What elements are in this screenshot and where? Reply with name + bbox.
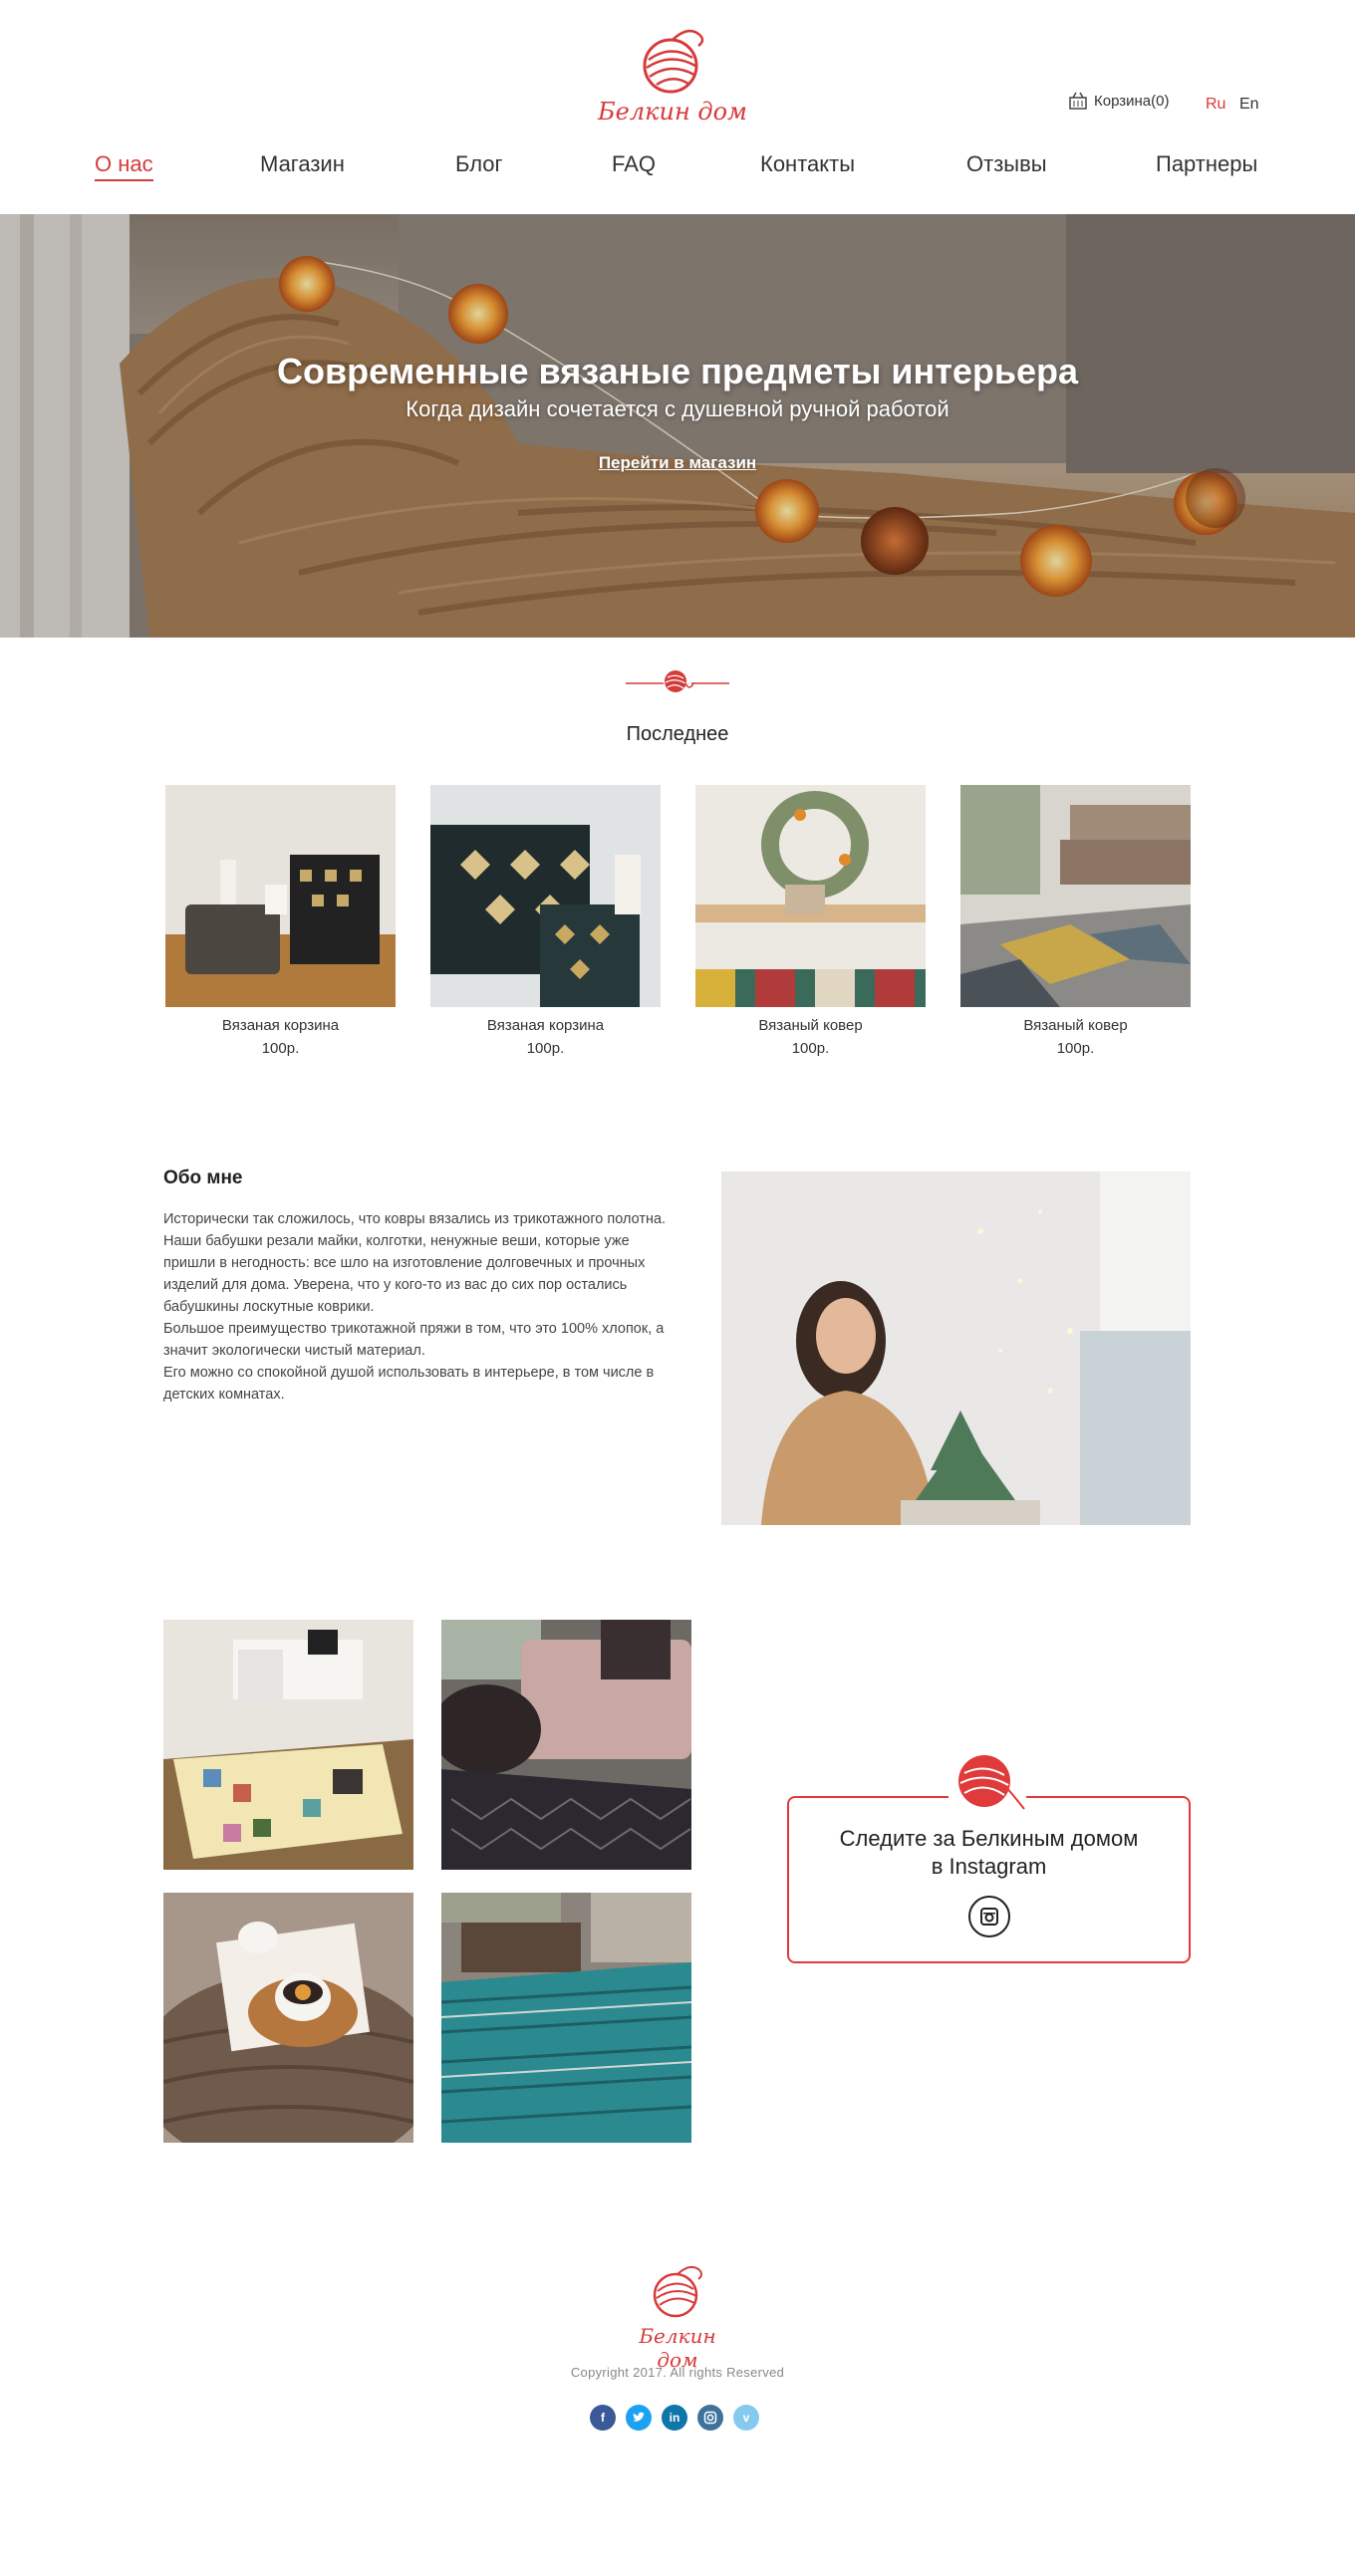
- nav-blog[interactable]: Блог: [455, 151, 503, 177]
- nav-faq[interactable]: FAQ: [612, 151, 656, 177]
- yarn-ball-logo-icon: [653, 2265, 702, 2318]
- instagram-line-2: в Instagram: [931, 1854, 1047, 1879]
- go-to-shop-link[interactable]: Перейти в магазин: [578, 453, 777, 473]
- product-price: 100р.: [791, 1040, 830, 1057]
- nav-partners[interactable]: Партнеры: [1156, 151, 1257, 177]
- hero-title: Современные вязаные предметы интерьера: [276, 351, 1079, 391]
- linkedin-icon[interactable]: in: [662, 2405, 687, 2431]
- product-price: 100р.: [1056, 1040, 1095, 1057]
- instagram-button[interactable]: [968, 1896, 1010, 1937]
- about-paragraph: Исторически так сложилось, что ковры вяз…: [163, 1211, 667, 1315]
- product-image: [695, 785, 926, 1007]
- vimeo-icon[interactable]: v: [733, 2405, 759, 2431]
- yarn-ball-logo-icon: [643, 29, 704, 94]
- hero-banner: Современные вязаные предметы интерьера К…: [0, 214, 1355, 638]
- product-card[interactable]: Вязаный ковер 100р.: [695, 785, 926, 1057]
- product-card[interactable]: Вязаная корзина 100р.: [165, 785, 396, 1057]
- gallery-image: [163, 1620, 413, 1870]
- product-image: [960, 785, 1191, 1007]
- basket-icon: [1069, 92, 1087, 110]
- logo-text: Белкин дом: [598, 98, 747, 126]
- about-paragraph: Большое преимущество трикотажной пряжи в…: [163, 1321, 665, 1359]
- nav-shop[interactable]: Магазин: [260, 151, 345, 177]
- product-price: 100р.: [261, 1040, 300, 1057]
- cart-label: Корзина(0): [1094, 92, 1170, 110]
- latest-title: Последнее: [626, 723, 729, 745]
- nav-reviews[interactable]: Отзывы: [966, 151, 1047, 177]
- site-header: Белкин дом Корзина(0) Ru En О нас Магази…: [0, 0, 1355, 214]
- product-name: Вязаный ковер: [1023, 1017, 1128, 1034]
- instagram-icon: [980, 1908, 998, 1926]
- lang-ru-link[interactable]: Ru: [1206, 96, 1225, 114]
- hero-background-image: [0, 214, 1355, 638]
- yarn-ball-icon: [948, 1751, 1026, 1811]
- about-title: Обо мне: [163, 1167, 243, 1188]
- about-paragraph: Его можно со спокойной душой использоват…: [163, 1365, 655, 1403]
- facebook-icon[interactable]: f: [590, 2405, 616, 2431]
- product-name: Вязаный ковер: [758, 1017, 863, 1034]
- instagram-line-1: Следите за Белкиным домом: [839, 1826, 1139, 1851]
- gallery-image: [441, 1620, 691, 1870]
- product-price: 100р.: [526, 1040, 565, 1057]
- product-image: [430, 785, 661, 1007]
- social-links: f in v: [590, 2405, 769, 2431]
- instagram-text: Следите за Белкиным домом в Instagram: [787, 1825, 1191, 1881]
- instagram-icon[interactable]: [697, 2405, 723, 2431]
- product-card[interactable]: Вязаная корзина 100р.: [430, 785, 661, 1057]
- twitter-icon[interactable]: [626, 2405, 652, 2431]
- gallery-image: [441, 1893, 691, 2143]
- nav-about[interactable]: О нас: [95, 151, 153, 181]
- main-nav: О нас Магазин Блог FAQ Контакты Отзывы П…: [0, 151, 1355, 191]
- product-image: [165, 785, 396, 1007]
- footer-logo[interactable]: Белкин дом: [618, 2261, 737, 2372]
- yarn-divider-icon: [626, 670, 729, 692]
- latest-products: Вязаная корзина 100р. Вязаная корзина 10…: [165, 785, 1192, 1064]
- site-logo[interactable]: Белкин дом: [598, 24, 747, 135]
- gallery-image: [163, 1893, 413, 2143]
- copyright-text: Copyright 2017. All rights Reserved: [570, 2365, 785, 2380]
- lang-en-link[interactable]: En: [1239, 96, 1259, 114]
- nav-contacts[interactable]: Контакты: [760, 151, 855, 177]
- hero-subtitle: Когда дизайн сочетается с душевной ручно…: [406, 396, 949, 421]
- about-photo: [721, 1171, 1191, 1525]
- cart-link[interactable]: Корзина(0): [1068, 92, 1169, 110]
- product-name: Вязаная корзина: [221, 1017, 340, 1034]
- product-name: Вязаная корзина: [486, 1017, 605, 1034]
- product-card[interactable]: Вязаный ковер 100р.: [960, 785, 1191, 1057]
- about-text: Исторически так сложилось, что ковры вяз…: [163, 1208, 672, 1406]
